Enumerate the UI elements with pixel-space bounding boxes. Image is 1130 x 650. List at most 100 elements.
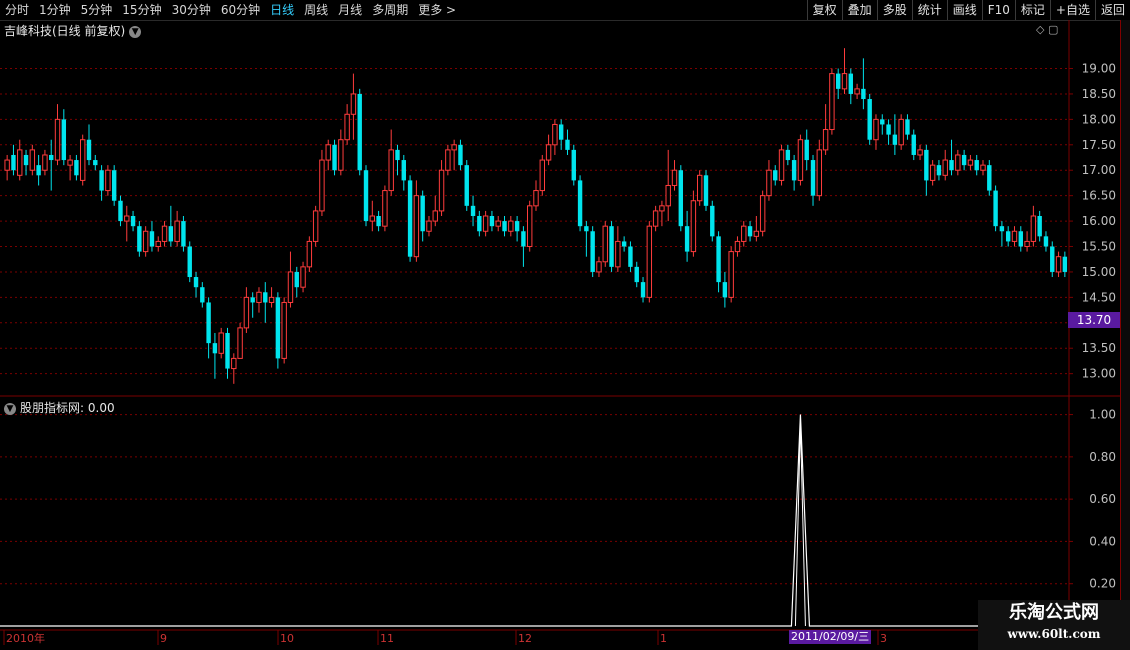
candle[interactable] — [376, 210, 381, 232]
candle[interactable] — [482, 210, 489, 237]
candle[interactable] — [325, 139, 331, 171]
candle[interactable] — [615, 226, 621, 272]
candle[interactable] — [11, 144, 16, 176]
candle[interactable] — [225, 327, 230, 379]
candle[interactable] — [785, 144, 791, 166]
candle[interactable] — [1037, 210, 1042, 242]
candle[interactable] — [716, 231, 721, 293]
candle[interactable] — [312, 205, 319, 247]
candle[interactable] — [999, 221, 1005, 247]
candle[interactable] — [533, 180, 539, 211]
candle[interactable] — [527, 200, 533, 252]
candle[interactable] — [558, 119, 564, 150]
candle[interactable] — [703, 170, 709, 211]
candle[interactable] — [873, 114, 879, 150]
candle[interactable] — [609, 221, 614, 272]
candle[interactable] — [590, 226, 595, 278]
candle[interactable] — [74, 154, 79, 181]
candle[interactable] — [495, 216, 501, 232]
candle[interactable] — [263, 282, 268, 323]
candle[interactable] — [458, 139, 463, 171]
candle[interactable] — [237, 322, 243, 359]
candle[interactable] — [880, 114, 885, 135]
candle[interactable] — [36, 154, 41, 186]
candle[interactable] — [388, 129, 394, 196]
candle[interactable] — [4, 154, 10, 181]
right-side-panel-edge[interactable] — [1120, 20, 1130, 630]
diamond-icon[interactable]: ◇ — [1036, 23, 1044, 36]
candle[interactable] — [464, 160, 469, 211]
candle[interactable] — [281, 297, 287, 364]
candle[interactable] — [577, 175, 583, 232]
candle[interactable] — [696, 170, 703, 206]
candle[interactable] — [640, 277, 646, 303]
candle[interactable] — [886, 119, 891, 145]
candle[interactable] — [924, 144, 929, 196]
candle[interactable] — [917, 144, 923, 161]
candle[interactable] — [332, 139, 337, 176]
candle[interactable] — [822, 104, 829, 155]
candle[interactable] — [17, 139, 23, 181]
candle[interactable] — [993, 185, 998, 232]
candle[interactable] — [426, 216, 432, 237]
candle[interactable] — [23, 149, 29, 176]
candle[interactable] — [892, 114, 898, 155]
candle[interactable] — [268, 287, 275, 308]
candle[interactable] — [181, 216, 186, 252]
candle[interactable] — [942, 149, 948, 181]
candle[interactable] — [949, 139, 954, 176]
candle[interactable] — [584, 221, 589, 257]
candle[interactable] — [1055, 251, 1062, 278]
candle[interactable] — [773, 165, 778, 186]
candle[interactable] — [936, 160, 942, 181]
candle[interactable] — [1005, 226, 1011, 247]
candle[interactable] — [93, 154, 98, 171]
chevron-down-icon[interactable]: ▼ — [129, 25, 142, 38]
candle[interactable] — [987, 160, 992, 196]
candle[interactable] — [54, 104, 61, 166]
candle[interactable] — [445, 144, 451, 176]
candle[interactable] — [848, 68, 853, 105]
candle[interactable] — [1050, 241, 1055, 278]
candle[interactable] — [344, 104, 350, 145]
restore-window-icon[interactable]: ▢ — [1048, 23, 1058, 36]
candle[interactable] — [67, 154, 73, 181]
candle[interactable] — [382, 185, 388, 232]
candle[interactable] — [967, 154, 974, 171]
candle[interactable] — [1030, 205, 1037, 247]
candle[interactable] — [678, 165, 684, 232]
candle[interactable] — [161, 221, 168, 247]
candle[interactable] — [747, 221, 753, 242]
candle[interactable] — [105, 165, 111, 196]
candle[interactable] — [854, 83, 860, 100]
candle[interactable] — [628, 241, 633, 272]
candle[interactable] — [350, 73, 357, 140]
candle[interactable] — [155, 236, 161, 252]
candle[interactable] — [137, 221, 142, 257]
candle[interactable] — [49, 139, 54, 191]
candle[interactable] — [149, 221, 155, 252]
candle[interactable] — [734, 236, 741, 257]
candle[interactable] — [61, 109, 67, 166]
candle[interactable] — [867, 93, 872, 145]
candle[interactable] — [1062, 251, 1068, 278]
candle[interactable] — [142, 226, 149, 257]
candle[interactable] — [571, 144, 576, 186]
candle[interactable] — [174, 210, 180, 247]
candle[interactable] — [407, 175, 413, 262]
candle[interactable] — [690, 190, 697, 257]
candle[interactable] — [797, 134, 804, 186]
candle[interactable] — [810, 154, 816, 206]
candle[interactable] — [791, 154, 797, 191]
candle[interactable] — [766, 160, 772, 201]
candle[interactable] — [911, 129, 916, 161]
candle[interactable] — [521, 226, 526, 267]
candle[interactable] — [218, 327, 224, 359]
candle[interactable] — [1024, 231, 1030, 252]
candle[interactable] — [961, 149, 967, 171]
candle[interactable] — [250, 292, 255, 318]
candle[interactable] — [357, 88, 362, 176]
candle[interactable] — [665, 149, 671, 222]
candle[interactable] — [338, 129, 344, 176]
candle[interactable] — [432, 195, 438, 227]
